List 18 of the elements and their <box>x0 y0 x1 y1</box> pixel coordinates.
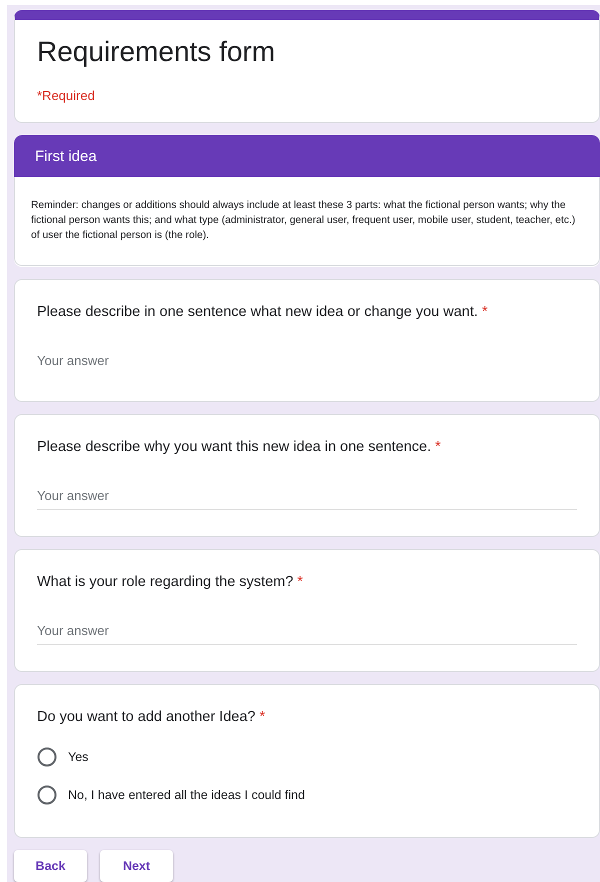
required-note: *Required <box>37 88 96 103</box>
form-title: Requirements form <box>37 35 276 69</box>
question-label: Do you want to add another Idea? <box>37 708 256 727</box>
section-description: Reminder: changes or additions should always include at least these 3 parts: what the fictional person wants; why the fictional person wants this; and what type (administrator, general user, frequent user, mobile user, student, teacher, etc.) of user the fictional person is (the role). <box>30 199 576 243</box>
question-label: Please describe in one sentence what new idea or change you want. <box>37 303 478 322</box>
nav-button[interactable]: Next <box>100 850 173 882</box>
option-label[interactable]: No, I have entered all the ideas I could find <box>68 788 305 802</box>
question-label: Please describe why you want this new idea in one sentence. <box>37 438 432 457</box>
radio-button[interactable] <box>37 747 57 767</box>
required-asterisk: * <box>259 708 266 727</box>
nav-button[interactable]: Back <box>14 850 87 882</box>
required-asterisk: * <box>435 438 441 457</box>
required-asterisk: * <box>482 303 488 322</box>
required-asterisk: * <box>297 573 303 592</box>
section-title: First idea <box>35 148 97 164</box>
option-label[interactable]: Yes <box>68 750 88 764</box>
radio-button[interactable] <box>37 785 57 805</box>
question-label: What is your role regarding the system? <box>37 573 294 592</box>
